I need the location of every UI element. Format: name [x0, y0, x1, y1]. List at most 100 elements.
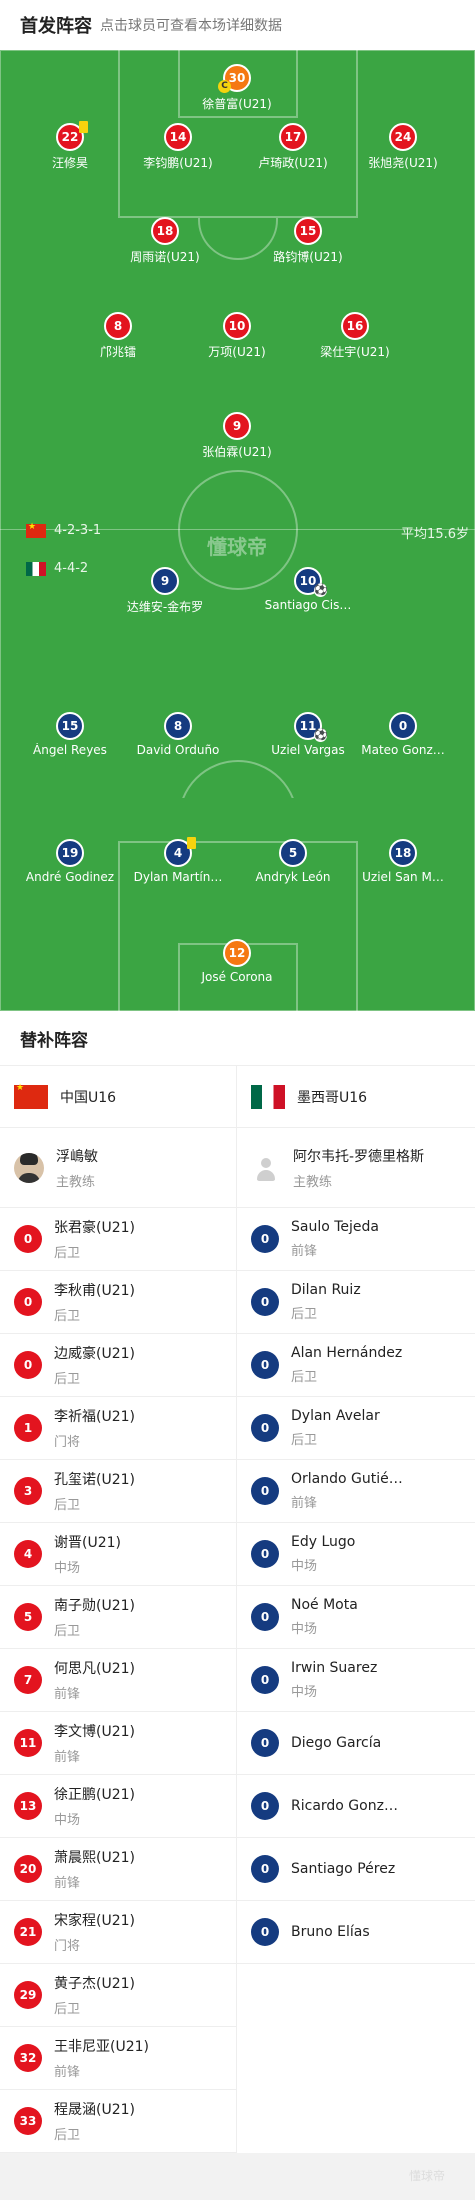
away-formation: 4-4-2 [26, 561, 88, 576]
mexico-flag-icon [26, 561, 46, 576]
sub-player-name: 王非尼亚(U21) [54, 2039, 149, 2055]
shirt-number: 15 [294, 217, 322, 245]
sub-player-row[interactable]: 0 Ricardo Gonz… [237, 1775, 475, 1838]
player-name: Santiago Cis… [264, 598, 352, 612]
subs-title: 替补阵容 [0, 1011, 475, 1066]
sub-player-position: 中场 [291, 1685, 318, 1700]
empty-row [237, 2027, 475, 2090]
shirt-number: 5 [14, 1603, 42, 1631]
shirt-number: 32 [14, 2044, 42, 2072]
sub-player-row[interactable]: 5 南子勋(U21) 后卫 [0, 1586, 236, 1649]
home-coach[interactable]: 浮嶋敏 主教练 [0, 1128, 236, 1208]
sub-player-name: 何思凡(U21) [54, 1661, 135, 1677]
sub-player-row[interactable]: 0 张君豪(U21) 后卫 [0, 1208, 236, 1271]
player-name: 周雨诺(U21) [130, 250, 200, 264]
home-player-am[interactable]: 8 邝兆镭 [53, 312, 183, 360]
shirt-number: 30 C [218, 64, 251, 93]
sub-player-name: Dilan Ruiz [291, 1282, 361, 1298]
sub-player-row[interactable]: 0 Bruno Elías [237, 1901, 475, 1964]
away-player-def[interactable]: 4 Dylan Martín… [113, 837, 243, 884]
sub-player-name: Ricardo Gonz… [291, 1798, 398, 1814]
shirt-number: 0 [251, 1729, 279, 1757]
sub-player-row[interactable]: 0 Orlando Gutié… 前锋 [237, 1460, 475, 1523]
sub-player-row[interactable]: 0 Diego García [237, 1712, 475, 1775]
sub-player-position: 前锋 [291, 1496, 318, 1511]
shirt-number: 18 [389, 839, 417, 867]
home-player-goalkeeper[interactable]: 30 C 徐普富(U21) [172, 64, 302, 112]
player-name: 达维安-金布罗 [126, 600, 204, 614]
sub-player-row[interactable]: 0 Saulo Tejeda 前锋 [237, 1208, 475, 1271]
home-player-dm[interactable]: 18 周雨诺(U21) [100, 217, 230, 265]
player-name: 万项(U21) [208, 345, 266, 359]
away-coach[interactable]: 阿尔韦托-罗德里格斯 主教练 [237, 1128, 475, 1208]
sub-player-row[interactable]: 33 程晟涵(U21) 后卫 [0, 2090, 236, 2153]
player-name: Uziel San M… [362, 870, 444, 884]
shirt-number: 0 [251, 1225, 279, 1253]
away-player-fw[interactable]: 9 达维安-金布罗 [100, 567, 230, 615]
sub-player-row[interactable]: 13 徐正鹏(U21) 中场 [0, 1775, 236, 1838]
home-player-am[interactable]: 10 万项(U21) [172, 312, 302, 360]
shirt-number: 0 [251, 1918, 279, 1946]
away-player-def[interactable]: 18 Uziel San M… [338, 839, 468, 884]
empty-row [237, 2090, 475, 2153]
player-name: 路钧博(U21) [273, 250, 343, 264]
sub-player-name: 李祈福(U21) [54, 1409, 135, 1425]
sub-player-row[interactable]: 32 王非尼亚(U21) 前锋 [0, 2027, 236, 2090]
away-team-header: 墨西哥U16 [237, 1066, 475, 1128]
home-player-dm[interactable]: 15 路钧博(U21) [243, 217, 373, 265]
away-player-fw[interactable]: 10 ⚽ Santiago Cis… [243, 567, 373, 612]
sub-player-name: Dylan Avelar [291, 1408, 380, 1424]
sub-player-row[interactable]: 7 何思凡(U21) 前锋 [0, 1649, 236, 1712]
shirt-number: 15 [56, 712, 84, 740]
shirt-number: 0 [251, 1666, 279, 1694]
player-name: 李钧鹏(U21) [143, 156, 213, 170]
sub-player-row[interactable]: 29 黄子杰(U21) 后卫 [0, 1964, 236, 2027]
sub-player-name: Alan Hernández [291, 1345, 403, 1361]
shirt-number: 4 [164, 837, 196, 867]
home-player-defenders[interactable]: 24 张旭尧(U21) [338, 123, 468, 171]
coach-avatar-placeholder [251, 1152, 281, 1183]
shirt-number: 14 [164, 123, 192, 151]
sub-player-row[interactable]: 0 Noé Mota 中场 [237, 1586, 475, 1649]
away-player-mid[interactable]: 8 David Orduño [113, 712, 243, 757]
sub-player-name: Saulo Tejeda [291, 1219, 379, 1235]
player-name: José Corona [201, 970, 273, 984]
lineup-header: 首发阵容 点击球员可查看本场详细数据 [0, 0, 475, 50]
away-player-goalkeeper[interactable]: 12 José Corona [172, 939, 302, 984]
shirt-number: 0 [251, 1792, 279, 1820]
sub-player-row[interactable]: 3 孔玺诺(U21) 后卫 [0, 1460, 236, 1523]
shirt-number: 9 [223, 412, 251, 440]
sub-player-row[interactable]: 0 李秋甫(U21) 后卫 [0, 1271, 236, 1334]
sub-player-position: 前锋 [54, 1687, 81, 1702]
home-player-defenders[interactable]: 14 李钧鹏(U21) [113, 123, 243, 171]
sub-player-name: 萧晨熙(U21) [54, 1850, 135, 1866]
sub-player-row[interactable]: 0 Alan Hernández 后卫 [237, 1334, 475, 1397]
mexico-flag-icon [251, 1084, 285, 1109]
sub-player-row[interactable]: 0 Santiago Pérez [237, 1838, 475, 1901]
shirt-number: 8 [104, 312, 132, 340]
away-player-mid[interactable]: 0 Mateo Gonz… [338, 712, 468, 757]
sub-player-position: 后卫 [291, 1307, 318, 1322]
sub-player-row[interactable]: 0 边威豪(U21) 后卫 [0, 1334, 236, 1397]
sub-player-row[interactable]: 0 Dylan Avelar 后卫 [237, 1397, 475, 1460]
sub-player-row[interactable]: 21 宋家程(U21) 门将 [0, 1901, 236, 1964]
shirt-number: 0 [14, 1288, 42, 1316]
sub-player-row[interactable]: 1 李祈福(U21) 门将 [0, 1397, 236, 1460]
sub-player-name: 南子勋(U21) [54, 1598, 135, 1614]
home-player-am[interactable]: 16 梁仕宇(U21) [290, 312, 420, 360]
player-name: 徐普富(U21) [202, 97, 272, 111]
shirt-number: 9 [151, 567, 179, 595]
sub-player-name: Diego García [291, 1735, 382, 1751]
sub-player-row[interactable]: 4 谢晋(U21) 中场 [0, 1523, 236, 1586]
sub-player-row[interactable]: 0 Edy Lugo 中场 [237, 1523, 475, 1586]
sub-player-row[interactable]: 0 Dilan Ruiz 后卫 [237, 1271, 475, 1334]
player-name: David Orduño [136, 743, 220, 757]
subs-panel: 中国U16 浮嶋敏主教练 0 张君豪(U21) 后卫 0 李秋甫(U21) 后卫 0 边威豪(… [0, 1066, 475, 2153]
shirt-number: 5 [279, 839, 307, 867]
sub-player-position: 后卫 [291, 1433, 318, 1448]
sub-player-row[interactable]: 11 李文博(U21) 前锋 [0, 1712, 236, 1775]
player-name: Dylan Martín… [133, 870, 223, 884]
sub-player-row[interactable]: 0 Irwin Suarez 中场 [237, 1649, 475, 1712]
sub-player-row[interactable]: 20 萧晨熙(U21) 前锋 [0, 1838, 236, 1901]
home-player-fw[interactable]: 9 张伯霖(U21) [172, 412, 302, 460]
